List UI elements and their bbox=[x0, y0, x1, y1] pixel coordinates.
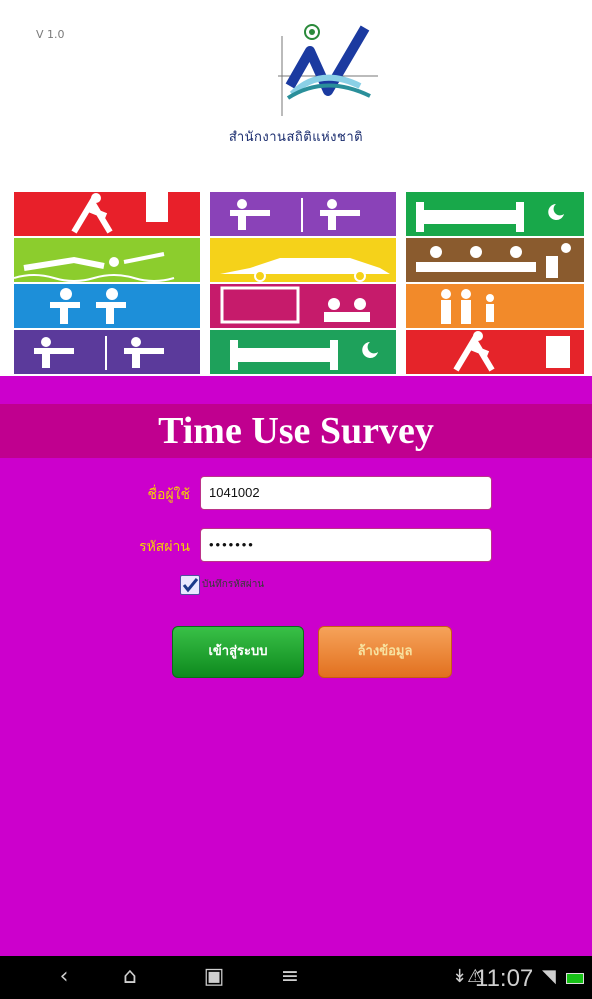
bed-icon bbox=[230, 340, 378, 370]
meeting-icon bbox=[416, 243, 571, 278]
recent-apps-icon[interactable]: ▣ bbox=[200, 964, 228, 990]
title-bar: Time Use Survey bbox=[0, 404, 592, 458]
remember-password-row[interactable]: บันทึกรหัสผ่าน bbox=[180, 575, 340, 597]
tile-3 bbox=[406, 192, 584, 236]
organization-name: สำนักงานสถิติแห่งชาติ bbox=[228, 130, 364, 145]
study-icon bbox=[50, 288, 126, 324]
back-icon[interactable]: ‹ bbox=[50, 964, 78, 990]
app-window: V 1.0 สำนักงานสถิติแห่งชาติ Time Use Sur… bbox=[0, 0, 592, 999]
version-label: V 1.0 bbox=[36, 28, 65, 41]
nso-logo bbox=[278, 24, 378, 116]
clear-button[interactable]: ล้างข้อมูล bbox=[318, 626, 452, 678]
tile-5 bbox=[210, 238, 396, 282]
checkmark-icon bbox=[182, 578, 199, 593]
activity-tiles bbox=[14, 186, 584, 376]
tile-8 bbox=[210, 284, 396, 328]
desk-worker-icon bbox=[230, 198, 360, 232]
tile-2 bbox=[210, 192, 396, 236]
desk-worker-icon bbox=[34, 336, 164, 370]
remember-label: บันทึกรหัสผ่าน bbox=[202, 579, 265, 590]
status-clock: 11:07 bbox=[475, 965, 534, 992]
walking-figure-icon bbox=[71, 192, 168, 234]
tile-6 bbox=[406, 238, 584, 282]
remember-checkbox[interactable] bbox=[180, 575, 200, 595]
page-title: Time Use Survey bbox=[158, 410, 434, 452]
password-label: รหัสผ่าน bbox=[139, 539, 190, 555]
swimming-icon bbox=[14, 252, 175, 282]
login-panel: Time Use Survey ชื่อผู้ใช้ 1041002 รหัสผ… bbox=[0, 376, 592, 956]
login-button[interactable]: เข้าสู่ระบบ bbox=[172, 626, 304, 678]
tile-10 bbox=[14, 330, 200, 374]
system-navbar: ‹ ⌂ ▣ ≡ ↡⚠ 11:07 ◥ bbox=[0, 956, 592, 999]
battery-icon bbox=[566, 973, 584, 984]
tile-4 bbox=[14, 238, 200, 282]
password-input[interactable]: ••••••• bbox=[200, 528, 492, 562]
walking-figure-icon bbox=[453, 331, 570, 372]
car-icon bbox=[220, 258, 390, 282]
header: V 1.0 สำนักงานสถิติแห่งชาติ bbox=[0, 0, 592, 186]
tile-9 bbox=[406, 284, 584, 328]
menu-icon[interactable]: ≡ bbox=[276, 964, 304, 990]
username-label: ชื่อผู้ใช้ bbox=[147, 487, 190, 503]
tile-12 bbox=[406, 330, 584, 374]
tile-7 bbox=[14, 284, 200, 328]
home-icon[interactable]: ⌂ bbox=[116, 964, 144, 990]
username-input[interactable]: 1041002 bbox=[200, 476, 492, 510]
tile-11 bbox=[210, 330, 396, 374]
wifi-icon: ◥ bbox=[542, 966, 556, 987]
tile-1 bbox=[14, 192, 200, 236]
tv-icon bbox=[220, 286, 370, 324]
bed-icon bbox=[416, 202, 564, 232]
family-icon bbox=[441, 289, 494, 324]
